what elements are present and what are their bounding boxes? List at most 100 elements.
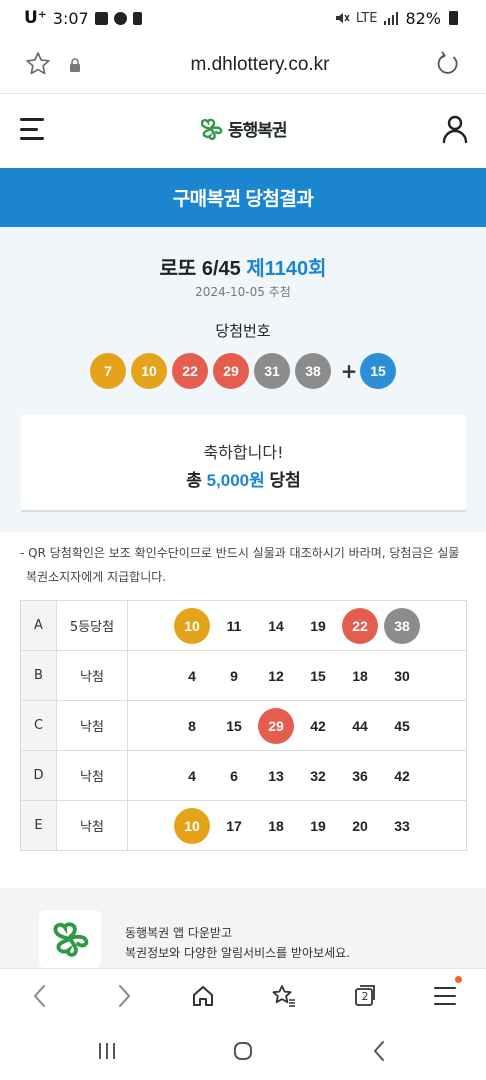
status-right: LTE 82%	[334, 9, 458, 28]
logo-clover-icon	[200, 118, 223, 140]
ticket-number: 45	[394, 717, 410, 734]
bonus-ball: 15	[360, 353, 396, 389]
back-nav-icon[interactable]	[372, 1040, 386, 1062]
ticket-number: 20	[352, 817, 368, 834]
matched-number: 38	[384, 607, 420, 644]
home-icon[interactable]	[189, 982, 217, 1010]
ticket-number: 44	[352, 717, 368, 734]
ticket-status: 낙첨	[56, 750, 128, 801]
winning-ball: 10	[131, 353, 167, 389]
app-notification-icon	[132, 11, 142, 25]
draw-round: 제1140회	[246, 258, 327, 280]
matched-number: 10	[174, 807, 210, 844]
prize-summary: 축하합니다! 총 5,000원 당첨	[21, 415, 466, 512]
url-field[interactable]: m.dhlottery.co.kr	[0, 54, 486, 76]
ticket-letter: E	[20, 800, 57, 851]
ticket-number: 42	[310, 717, 326, 734]
ticket-numbers: 4 9 12 15 18 30	[127, 650, 467, 701]
ticket-number: 9	[230, 667, 238, 684]
status-left: U⁺ 3:07	[24, 8, 142, 28]
promo-line-2: 복권정보와 다양한 알림서비스를 받아보세요.	[125, 946, 351, 960]
qr-notice: - QR 당첨확인은 보조 확인수단이므로 반드시 실물과 대조하시기 바라며,…	[20, 541, 470, 589]
gallery-notification-icon	[94, 11, 108, 25]
ticket-number: 11	[226, 617, 242, 634]
winning-numbers-label: 당첨번호	[215, 322, 271, 340]
ticket-number: 14	[268, 617, 284, 634]
winning-ball: 29	[213, 353, 249, 389]
ticket-letter: C	[20, 700, 57, 751]
ticket-number: 19	[310, 617, 326, 634]
app-promo[interactable]: 동행복권 앱 다운받고 복권정보와 다양한 알림서비스를 받아보세요.	[0, 888, 486, 968]
forward-icon[interactable]	[110, 982, 138, 1010]
page-title: 구매복권 당첨결과	[0, 168, 486, 227]
ticket-numbers: 10 17 18 19 20 33	[127, 800, 467, 851]
tabs-icon[interactable]: 2	[351, 982, 379, 1010]
winning-ball: 22	[172, 353, 208, 389]
ticket-row: D 낙첨 4 6 13 32 36 42	[20, 750, 467, 801]
chat-notification-icon	[113, 11, 127, 25]
battery-percent: 82%	[405, 8, 441, 28]
back-icon[interactable]	[26, 982, 54, 1010]
battery-icon	[449, 11, 458, 25]
winning-ball: 7	[90, 353, 126, 389]
plus-sign: +	[340, 359, 358, 383]
app-icon	[39, 910, 101, 968]
ticket-number: 32	[310, 767, 326, 784]
ticket-number: 15	[226, 717, 242, 734]
system-nav	[0, 1022, 486, 1080]
reload-icon[interactable]	[434, 50, 462, 78]
notice-line-2: 복권소지자에게 지급합니다.	[26, 570, 167, 584]
ticket-number: 36	[352, 767, 368, 784]
home-nav-icon[interactable]	[233, 1040, 253, 1062]
user-icon[interactable]	[441, 114, 469, 144]
total-prize: 총 5,000원 당첨	[21, 466, 466, 491]
status-bar: U⁺ 3:07 LTE 82%	[0, 0, 486, 36]
winning-numbers: 7 10 22 29 31 38 + 15	[90, 353, 401, 389]
ticket-status: 낙첨	[56, 800, 128, 851]
draw-date: 2024-10-05 추첨	[195, 285, 291, 299]
ticket-number: 15	[310, 667, 326, 684]
total-amount: 5,000원	[206, 471, 265, 490]
ticket-number: 13	[268, 767, 284, 784]
tabs-count: 2	[361, 990, 369, 1003]
signal-icon	[384, 12, 399, 25]
mute-icon	[335, 13, 350, 23]
matched-number: 22	[342, 607, 378, 644]
notification-dot	[455, 976, 462, 983]
address-bar: m.dhlottery.co.kr	[0, 36, 486, 94]
congrats-text: 축하합니다!	[203, 443, 284, 462]
ticket-row: C 낙첨 8 15 29 42 44 45	[20, 700, 467, 751]
browser-toolbar: 2	[0, 968, 486, 1022]
draw-title: 로또 6/45 제1140회	[0, 252, 486, 281]
hamburger-menu-icon[interactable]	[20, 118, 44, 140]
browser-menu-icon[interactable]	[431, 982, 459, 1010]
ticket-number: 19	[310, 817, 326, 834]
site-logo[interactable]: 동행복권	[198, 116, 288, 141]
ticket-number: 6	[230, 767, 238, 784]
recent-apps-icon[interactable]	[97, 1040, 117, 1062]
ticket-number: 18	[268, 817, 284, 834]
clock: 3:07	[52, 8, 89, 28]
ticket-number: 18	[352, 667, 368, 684]
ticket-row: E 낙첨 10 17 18 19 20 33	[20, 800, 467, 851]
network-type: LTE	[355, 10, 378, 26]
ticket-number: 4	[188, 767, 196, 784]
ticket-numbers: 8 15 29 42 44 45	[127, 700, 467, 751]
ticket-letter: B	[20, 650, 57, 701]
ticket-status: 낙첨	[56, 700, 128, 751]
ticket-number: 12	[268, 667, 284, 684]
logo-text: 동행복권	[228, 121, 288, 140]
carrier-label: U⁺	[24, 8, 47, 28]
ticket-number: 4	[188, 667, 196, 684]
total-prefix: 총	[186, 471, 202, 490]
ticket-number: 30	[394, 667, 410, 684]
ticket-status: 낙첨	[56, 650, 128, 701]
ticket-numbers: 10 11 14 19 22 38	[127, 600, 467, 651]
ticket-number: 42	[394, 767, 410, 784]
notice-line-1: - QR 당첨확인은 보조 확인수단이므로 반드시 실물과 대조하시기 바라며,…	[20, 546, 460, 560]
ticket-letter: D	[20, 750, 57, 801]
total-suffix: 당첨	[269, 471, 301, 490]
result-section: 로또 6/45 제1140회 2024-10-05 추첨 당첨번호 7 10 2…	[0, 227, 486, 532]
game-name: 로또 6/45	[159, 258, 241, 280]
bookmarks-icon[interactable]	[270, 982, 298, 1010]
